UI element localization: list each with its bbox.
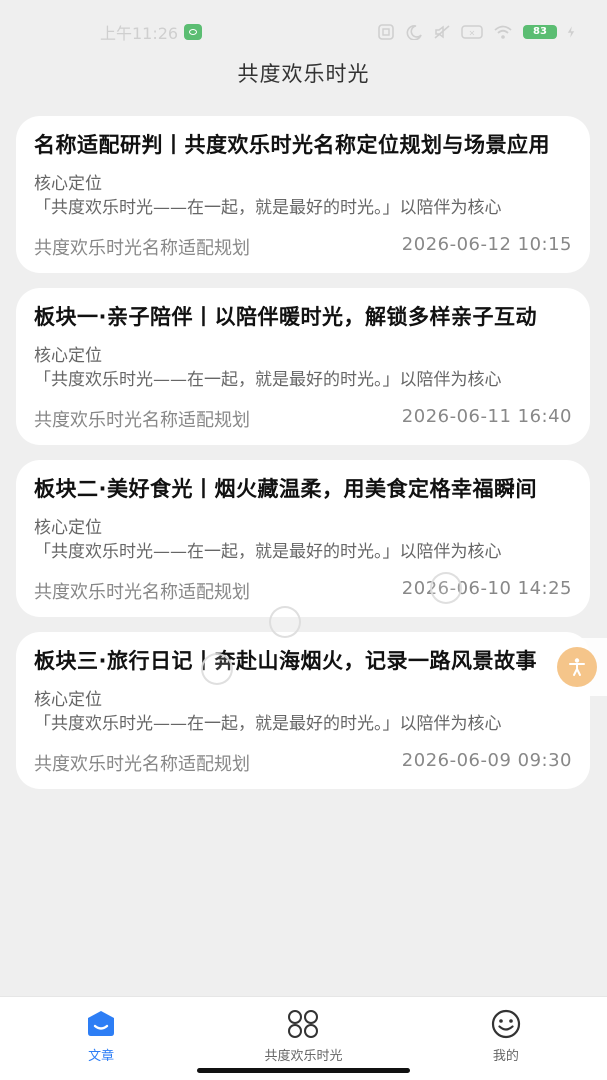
article-date: 2026-06-11 16:40 — [401, 406, 572, 427]
status-time: 上午11:26 — [100, 24, 179, 43]
article-card[interactable]: 板块一·亲子陪伴丨以陪伴暖时光，解锁多样亲子互动 核心定位 「共度欢乐时光——在… — [16, 288, 590, 445]
article-excerpt: 「共度欢乐时光——在一起，就是最好的时光。」以陪伴为核心 — [34, 198, 502, 218]
article-date: 2026-06-12 10:15 — [401, 234, 572, 255]
article-footer: 共度欢乐时光名称适配规划 2026-06-11 16:40 — [34, 406, 572, 432]
accessibility-icon — [557, 647, 597, 687]
article-category: 共度欢乐时光名称适配规划 — [34, 238, 250, 259]
article-section-label: 核心定位 — [34, 690, 102, 710]
grid-icon — [288, 1010, 319, 1038]
home-indicator[interactable] — [197, 1068, 410, 1073]
article-footer: 共度欢乐时光名称适配规划 2026-06-09 09:30 — [34, 750, 572, 776]
smiley-icon — [491, 1009, 520, 1039]
status-right: × 83 — [377, 24, 575, 40]
article-category: 共度欢乐时光名称适配规划 — [34, 754, 250, 775]
article-date: 2026-06-10 14:25 — [401, 578, 572, 599]
article-category: 共度欢乐时光名称适配规划 — [34, 410, 250, 431]
page-title: 共度欢乐时光 — [237, 62, 370, 86]
wifi-icon — [494, 25, 512, 39]
sim-icon: × — [461, 25, 483, 39]
article-excerpt: 「共度欢乐时光——在一起，就是最好的时光。」以陪伴为核心 — [34, 370, 502, 390]
tab-label: 我的 — [492, 1049, 519, 1064]
battery-indicator: 83 — [523, 25, 557, 39]
app-screen: 上午11:26 × 83 共度欢乐时光 名称适配研判丨共度欢乐时光名称定位规划与… — [0, 0, 607, 1080]
mute-icon — [434, 25, 450, 39]
nfc-icon — [378, 24, 394, 40]
article-icon — [88, 1011, 115, 1036]
article-title: 板块二·美好食光丨烟火藏温柔，用美食定格幸福瞬间 — [34, 477, 537, 501]
article-date: 2026-06-09 09:30 — [401, 750, 572, 771]
tab-label: 文章 — [88, 1049, 115, 1064]
svg-text:×: × — [469, 29, 476, 38]
article-card[interactable]: 板块三·旅行日记丨奔赴山海烟火，记录一路风景故事 核心定位 「共度欢乐时光——在… — [16, 632, 590, 789]
touch-indicator — [201, 653, 233, 685]
article-title: 板块三·旅行日记丨奔赴山海烟火，记录一路风景故事 — [34, 649, 537, 673]
article-footer: 共度欢乐时光名称适配规划 2026-06-10 14:25 — [34, 578, 572, 604]
article-card[interactable]: 名称适配研判丨共度欢乐时光名称定位规划与场景应用 核心定位 「共度欢乐时光——在… — [16, 116, 590, 273]
status-bar: 上午11:26 × 83 — [0, 0, 607, 64]
wechat-notification-icon — [184, 24, 203, 40]
article-section-label: 核心定位 — [34, 346, 102, 366]
article-excerpt: 「共度欢乐时光——在一起，就是最好的时光。」以陪伴为核心 — [34, 714, 502, 734]
article-footer: 共度欢乐时光名称适配规划 2026-06-12 10:15 — [34, 234, 572, 260]
article-excerpt: 「共度欢乐时光——在一起，就是最好的时光。」以陪伴为核心 — [34, 542, 502, 562]
article-title: 名称适配研判丨共度欢乐时光名称定位规划与场景应用 — [34, 133, 550, 157]
tab-label: 共度欢乐时光 — [264, 1049, 343, 1064]
article-card[interactable]: 板块二·美好食光丨烟火藏温柔，用美食定格幸福瞬间 核心定位 「共度欢乐时光——在… — [16, 460, 590, 617]
status-left: 上午11:26 — [100, 20, 203, 44]
moon-icon — [406, 25, 422, 40]
article-title: 板块一·亲子陪伴丨以陪伴暖时光，解锁多样亲子互动 — [34, 305, 537, 329]
touch-indicator — [430, 572, 462, 604]
article-category: 共度欢乐时光名称适配规划 — [34, 582, 250, 603]
charging-icon — [567, 26, 575, 38]
article-section-label: 核心定位 — [34, 174, 102, 194]
tab-profile[interactable]: 我的 — [405, 997, 607, 1080]
accessibility-floating-button[interactable] — [547, 638, 607, 696]
tab-articles[interactable]: 文章 — [0, 997, 202, 1080]
article-list: 名称适配研判丨共度欢乐时光名称定位规划与场景应用 核心定位 「共度欢乐时光——在… — [16, 116, 590, 804]
article-section-label: 核心定位 — [34, 518, 102, 538]
touch-indicator — [269, 606, 301, 638]
